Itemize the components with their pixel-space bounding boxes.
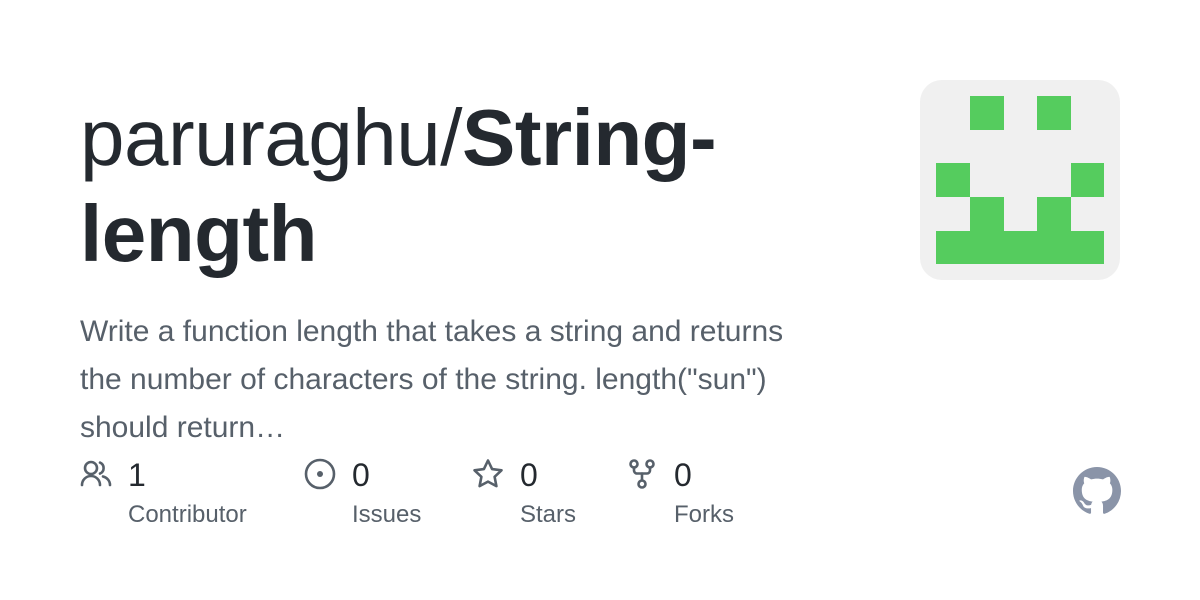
repo-description: Write a function length that takes a str… [80,315,784,444]
stat-forks-count: 0 [674,457,692,493]
star-icon [473,459,503,488]
stat-issues-count: 0 [352,457,370,493]
issue-opened-icon [304,458,336,490]
repo-forked-icon [629,459,655,489]
stat-contributors-label: Contributor [128,501,247,528]
stat-contributors-count: 1 [128,457,146,493]
github-mark-icon [1073,467,1121,514]
repo-social-card: paruraghu/String-length Write a function… [0,0,1200,600]
repo-title: paruraghu/String-length [80,90,800,282]
stat-stars-count: 0 [520,457,538,493]
people-icon [80,460,112,487]
stat-issues-label: Issues [352,501,422,528]
repo-owner: paruraghu/ [80,93,462,182]
stat-forks-label: Forks [674,501,734,528]
owner-avatar [920,80,1120,280]
stat-stars-label: Stars [520,501,577,528]
